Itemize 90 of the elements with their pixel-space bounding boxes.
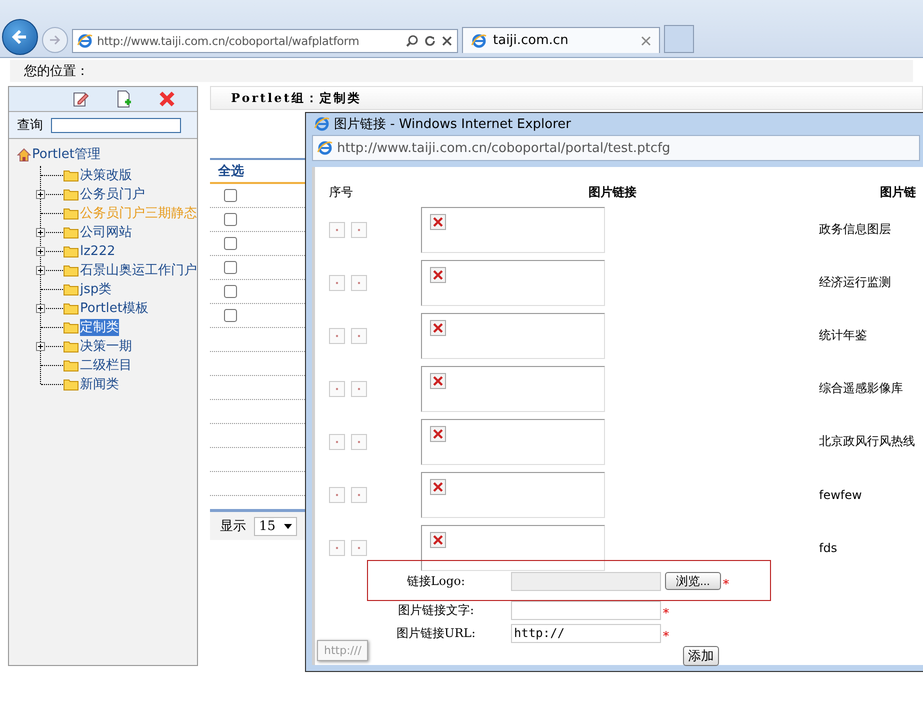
folder-icon [63,283,79,296]
folder-icon [63,264,79,277]
row-checkbox[interactable] [224,309,237,322]
tree-item[interactable]: 石景山奥运工作门户 [80,262,197,279]
tree-item[interactable]: 公司网站 [80,224,132,241]
expand-icon[interactable] [36,266,45,275]
pager-label: 显示 [220,518,246,535]
folder-icon [63,340,79,353]
ie-logo-icon [77,33,93,49]
broken-image-icon [430,266,446,282]
text-label: 图片链接文字: [396,602,476,618]
group-heading: Portlet组：定制类 [231,90,362,106]
link-name: fds [819,540,838,554]
column-header: 图片链 [880,184,916,200]
back-button[interactable] [2,19,38,55]
folder-icon [63,302,79,315]
link-name: 统计年鉴 [819,327,867,344]
window-title: 图片链接 - Windows Internet Explorer [334,116,571,133]
tree-item[interactable]: 新闻类 [80,376,119,393]
folder-icon [63,245,79,258]
url-label: 图片链接URL: [395,624,477,642]
link-url-field[interactable]: http:// [511,624,661,642]
ie-logo-icon [471,32,487,48]
add-button[interactable]: 添加 [683,646,719,666]
tree-item[interactable]: jsp类 [80,281,112,298]
folder-icon [63,169,79,182]
broken-image-icon [430,478,446,494]
tree-item[interactable]: 决策一期 [80,338,132,355]
link-name: 政务信息图层 [819,221,891,238]
edit-icon[interactable] [72,90,90,108]
tree-item[interactable]: 公务员门户 [80,186,145,203]
dropdown-caret-icon [284,524,292,528]
broken-image-icon [430,426,446,442]
row-checkbox[interactable] [224,285,237,298]
expand-icon[interactable] [36,190,45,199]
required-mark: * [663,606,669,620]
delete-icon[interactable] [158,90,176,108]
folder-icon [63,321,79,334]
browse-button[interactable]: 浏览... [665,572,722,590]
required-mark: * [723,577,730,591]
broken-image-icon [430,372,446,388]
expand-icon[interactable] [36,247,45,256]
folder-icon [63,226,79,239]
broken-image-icon [430,532,446,548]
select-all-header[interactable]: 全选 [218,162,244,180]
new-document-icon[interactable] [114,90,133,108]
forward-arrow-icon [48,33,62,47]
expand-icon[interactable] [36,342,45,351]
link-text-field[interactable] [511,600,661,620]
close-icon[interactable] [641,36,651,46]
address-bar: http://www.taiji.com.cn/coboportal/portal/test.ptcfg [312,135,920,161]
page-size-select[interactable]: 15 [254,516,297,536]
broken-image-icon [430,320,446,336]
link-name: 经济运行监测 [819,274,891,291]
status-tooltip: http:/// [317,640,368,661]
ie-logo-icon [314,116,330,132]
row-checkbox[interactable] [224,237,237,250]
link-name: 综合遥感影像库 [819,380,903,397]
row-checkbox[interactable] [224,213,237,226]
row-checkbox[interactable] [224,189,237,202]
tree-item[interactable]: Portlet管理 [32,146,100,163]
link-name: 北京政风行风热线 [819,433,915,450]
tree-item[interactable]: lz222 [80,243,116,260]
ie-logo-icon [317,140,333,156]
search-field[interactable] [51,118,181,132]
tree-item[interactable]: 二级栏目 [80,357,132,374]
tree-item[interactable]: Portlet模板 [80,300,148,317]
tree-item[interactable]: 定制类 [80,319,119,336]
refresh-icon[interactable] [423,34,437,48]
address-bar[interactable]: http://www.taiji.com.cn/coboportal/wafplatform [72,29,458,53]
home-icon [17,148,31,162]
logo-label: 链接Logo: [406,572,466,590]
close-icon[interactable] [441,35,453,47]
tree-item[interactable]: 决策改版 [80,167,132,184]
folder-icon [63,188,79,201]
broken-image-icon [430,214,446,230]
link-name: fewfew [819,488,862,502]
expand-icon[interactable] [36,304,45,313]
column-header: 序号 [329,184,354,200]
folder-icon [63,207,79,220]
folder-icon [63,378,79,391]
expand-icon[interactable] [36,228,45,237]
column-header: 图片链接 [588,184,638,200]
breadcrumb-label: 您的位置： [24,63,89,80]
row-checkbox[interactable] [224,261,237,274]
search-icon[interactable] [405,34,419,48]
browser-tab[interactable]: taiji.com.cn [462,27,660,53]
search-label: 查询 [17,117,43,134]
folder-icon [63,359,79,372]
required-mark: * [663,629,669,643]
